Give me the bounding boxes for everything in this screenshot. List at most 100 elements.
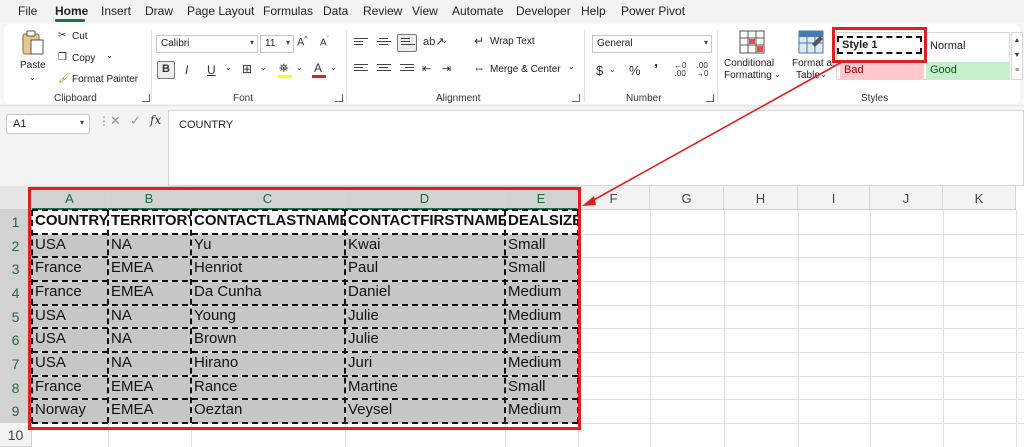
worksheet-grid[interactable]: A B C D E F G H I J K 1 2 3 4 5 6 7 8 9 10 COUNTRY TERRITORY CO… <box>0 186 1024 447</box>
chevron-down-icon: ⌄ <box>774 70 781 79</box>
formula-value: COUNTRY <box>179 119 234 131</box>
style-bad[interactable]: Bad <box>840 62 924 80</box>
enter-icon[interactable]: ✓ <box>130 113 141 129</box>
copy-dropdown-icon[interactable]: ⌄ <box>106 51 113 60</box>
tab-file[interactable]: File <box>18 4 37 18</box>
styles-group-label: Styles <box>861 93 889 104</box>
font-color-dropdown-icon[interactable]: ⌄ <box>330 63 337 72</box>
borders-icon[interactable]: ⊞ <box>242 62 252 76</box>
align-left-icon[interactable] <box>354 64 368 75</box>
tab-power-pivot[interactable]: Power Pivot <box>621 4 685 18</box>
scroll-down-icon[interactable]: ▼ <box>1012 48 1022 63</box>
more-options-icon[interactable]: ⋮ <box>98 114 110 128</box>
tab-page-layout[interactable]: Page Layout <box>187 4 254 18</box>
increase-decimal-icon[interactable]: ←0.00 <box>674 62 686 78</box>
font-color-icon[interactable]: A <box>311 61 327 79</box>
increase-indent-icon[interactable]: ⇥ <box>442 62 451 75</box>
column-header-j[interactable]: J <box>870 186 943 210</box>
number-format-combo[interactable]: General ▾ <box>592 35 712 53</box>
align-center-icon[interactable] <box>377 64 391 75</box>
gridline <box>724 210 725 447</box>
decrease-font-icon[interactable]: Aˇ <box>320 36 329 48</box>
currency-button[interactable]: $ <box>596 63 603 78</box>
fill-color-icon[interactable]: ⛯ <box>277 61 293 79</box>
clipboard-launcher-icon[interactable] <box>142 94 150 102</box>
gridline <box>650 210 651 447</box>
name-box[interactable]: A1 ▾ <box>6 114 90 134</box>
group-separator <box>151 30 152 102</box>
chevron-down-icon: ▾ <box>249 38 254 47</box>
conditional-formatting-label-2: Formatting <box>724 70 772 81</box>
alignment-group-label: Alignment <box>436 93 481 104</box>
currency-dropdown-icon[interactable]: ⌄ <box>609 65 616 74</box>
borders-dropdown-icon[interactable]: ⌄ <box>260 63 267 72</box>
style-good[interactable]: Good <box>926 62 1010 80</box>
font-name-combo[interactable]: Calibri ▾ <box>156 35 258 53</box>
tab-home[interactable]: Home <box>55 4 88 18</box>
tab-developer[interactable]: Developer <box>516 4 571 18</box>
font-size-value: 11 <box>265 38 276 49</box>
paste-button[interactable]: Paste ⌄ <box>16 28 50 88</box>
style-normal[interactable]: Normal <box>926 38 1010 56</box>
gallery-scroll[interactable]: ▲ ▼ ≡ <box>1011 32 1023 80</box>
column-header-g[interactable]: G <box>650 186 724 210</box>
tab-review[interactable]: Review <box>363 4 402 18</box>
cut-button[interactable]: Cut <box>72 31 88 42</box>
insert-function-button[interactable]: fx <box>150 113 161 127</box>
clipboard-group-label: Clipboard <box>54 93 97 104</box>
number-launcher-icon[interactable] <box>706 94 714 102</box>
alignment-launcher-icon[interactable] <box>572 94 580 102</box>
merge-dropdown-icon[interactable]: ⌄ <box>568 62 575 71</box>
italic-button[interactable]: I <box>185 63 188 77</box>
column-header-k[interactable]: K <box>943 186 1016 210</box>
column-header-f[interactable]: F <box>578 186 650 210</box>
wrap-text-button[interactable]: Wrap Text <box>490 36 535 47</box>
fill-color-dropdown-icon[interactable]: ⌄ <box>296 63 303 72</box>
copy-button[interactable]: Copy <box>72 53 95 64</box>
tab-view[interactable]: View <box>412 4 438 18</box>
wrap-text-icon: ↵ <box>474 34 485 48</box>
number-group-label: Number <box>626 93 662 104</box>
decrease-indent-icon[interactable]: ⇤ <box>422 62 431 75</box>
scroll-up-icon[interactable]: ▲ <box>1012 33 1022 48</box>
tab-data[interactable]: Data <box>323 4 348 18</box>
style-1[interactable]: Style 1 <box>837 36 922 54</box>
tab-formulas[interactable]: Formulas <box>263 4 313 18</box>
group-separator <box>717 30 718 102</box>
align-middle-icon[interactable] <box>377 38 391 49</box>
underline-dropdown-icon[interactable]: ⌄ <box>225 63 232 72</box>
copy-icon: ❐ <box>58 52 67 63</box>
chevron-down-icon: ⌄ <box>29 73 36 82</box>
bold-button[interactable]: B <box>157 61 175 79</box>
comma-style-button[interactable]: ’ <box>654 61 658 78</box>
percent-button[interactable]: % <box>629 63 641 78</box>
gridline <box>1016 210 1017 447</box>
underline-button[interactable]: U <box>207 63 216 77</box>
increase-font-icon[interactable]: A^ <box>297 36 308 49</box>
column-header-i[interactable]: I <box>798 186 870 210</box>
gridline <box>870 210 871 447</box>
align-bottom-button[interactable] <box>397 34 417 52</box>
column-header-h[interactable]: H <box>724 186 798 210</box>
tab-automate[interactable]: Automate <box>452 4 503 18</box>
merge-center-button[interactable]: Merge & Center <box>490 64 561 75</box>
align-right-icon[interactable] <box>400 64 414 75</box>
scissors-icon: ✂ <box>58 30 67 41</box>
number-format-value: General <box>597 38 633 49</box>
formula-input[interactable]: COUNTRY <box>168 110 1024 186</box>
cancel-icon[interactable]: ✕ <box>110 113 121 129</box>
gallery-more-icon[interactable]: ≡ <box>1012 63 1022 78</box>
conditional-formatting-button[interactable]: Conditional Formatting ⌄ <box>722 28 782 90</box>
font-size-combo[interactable]: 11 ▾ <box>260 35 294 53</box>
decrease-decimal-icon[interactable]: .00 →0 <box>696 62 708 78</box>
tab-draw[interactable]: Draw <box>145 4 173 18</box>
format-as-table-button[interactable]: Format as Table ⌄ <box>788 28 834 90</box>
tab-help[interactable]: Help <box>581 4 606 18</box>
font-launcher-icon[interactable] <box>335 94 343 102</box>
format-painter-button[interactable]: Format Painter <box>72 74 138 85</box>
orientation-dropdown-icon[interactable]: ⌄ <box>441 36 448 45</box>
align-top-icon[interactable] <box>354 38 368 49</box>
format-as-table-label-1: Format as <box>792 58 834 69</box>
tab-insert[interactable]: Insert <box>101 4 131 18</box>
group-separator <box>584 30 585 102</box>
